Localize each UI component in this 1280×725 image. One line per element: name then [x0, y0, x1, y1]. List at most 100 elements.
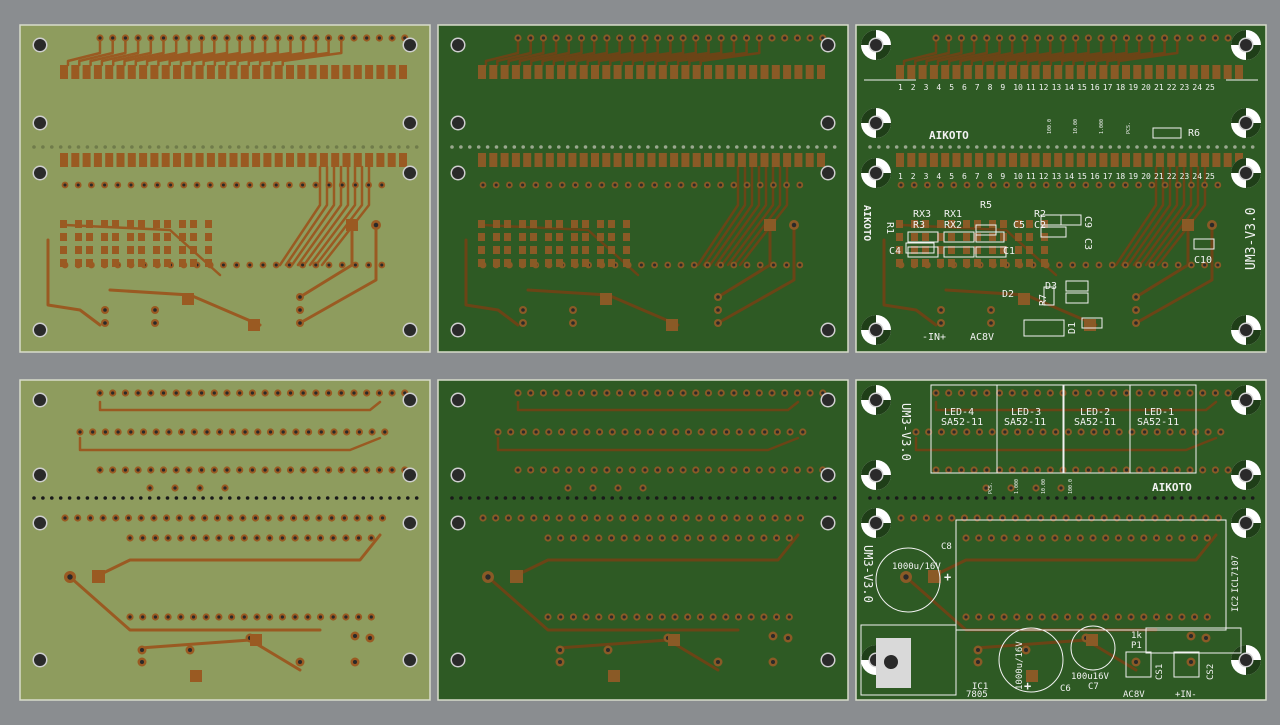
via-dot [503, 145, 508, 149]
via-dot [361, 496, 366, 500]
hole [452, 469, 464, 481]
pad-drill [191, 615, 196, 619]
pad-rect [600, 293, 612, 305]
pad-drill [643, 391, 647, 395]
pad-drill [681, 36, 685, 40]
pad-drill [1015, 615, 1019, 619]
pad-drill [1015, 430, 1020, 434]
pad-drill [622, 536, 626, 540]
hole [404, 117, 416, 129]
pad-drill [735, 516, 739, 520]
hole [404, 517, 416, 529]
via-dot [1126, 145, 1130, 149]
pad-drill [263, 468, 267, 472]
pad-drill [1031, 183, 1035, 187]
pad-drill [692, 263, 696, 267]
via-dot [317, 496, 321, 500]
via-dot [797, 496, 801, 500]
via-dot [975, 496, 979, 500]
pad-drill [617, 468, 622, 472]
pad-drill [166, 615, 170, 619]
pad-drill [1002, 615, 1006, 619]
pad-drill [516, 391, 520, 395]
pad-drill [301, 263, 305, 267]
pad-drill [534, 183, 538, 187]
pad-rect [205, 220, 212, 228]
pad-rect [963, 259, 970, 267]
via-dot [317, 145, 321, 149]
via-dot [156, 145, 161, 149]
via-dot [752, 496, 757, 500]
pad-drill [571, 536, 576, 540]
via-dot [886, 145, 890, 149]
via-dot [824, 496, 828, 500]
pad-rect [534, 153, 543, 167]
pad-rect [127, 246, 134, 254]
pad-drill [912, 516, 916, 520]
pad-drill [1154, 615, 1159, 619]
via-dot [165, 145, 170, 149]
pad-drill [331, 536, 335, 540]
via-dot [761, 496, 766, 500]
pad-rect [530, 259, 537, 267]
pad-rect [138, 259, 145, 267]
pad-drill [947, 36, 951, 40]
pad-drill [250, 468, 255, 472]
pad-rect [952, 65, 961, 79]
pad-rect [365, 65, 374, 79]
via-dot [1081, 145, 1086, 149]
via-dot [103, 496, 107, 500]
pad-drill [353, 183, 357, 187]
via-dot [130, 145, 134, 149]
pad-drill [225, 391, 229, 395]
pad-drill [1209, 222, 1215, 228]
pad-rect [161, 153, 170, 167]
pad-rect [1122, 153, 1130, 167]
label-icl7107: ICL7107 [1231, 555, 1241, 593]
pad-drill [763, 430, 767, 434]
pad-drill [344, 536, 348, 540]
hole [452, 324, 464, 336]
pad-drill [1023, 391, 1027, 395]
pad-drill [383, 430, 387, 434]
pad-drill [639, 183, 643, 187]
pad-rect [647, 153, 656, 167]
pad-drill [1010, 468, 1014, 472]
pad-drill [939, 430, 944, 434]
pad-rect [557, 153, 566, 167]
pad-rect [608, 246, 615, 254]
via-dot [1099, 496, 1104, 500]
pad-drill [276, 468, 280, 472]
via-dot [228, 145, 232, 149]
via-dot [254, 145, 259, 149]
via-dot [334, 145, 339, 149]
pad-rect [1155, 65, 1164, 79]
via-dot [939, 145, 943, 149]
pad-drill [136, 391, 140, 395]
pad-rect [60, 220, 67, 228]
via-dot [921, 145, 926, 149]
pad-drill [736, 536, 741, 540]
pad-drill [1201, 468, 1205, 472]
via-dot [290, 496, 294, 500]
via-dot [308, 496, 312, 500]
via-dot [1170, 496, 1175, 500]
via-dot [770, 145, 775, 149]
pad-drill [1027, 536, 1032, 540]
pad-drill [1162, 36, 1167, 40]
version-label-top: UM3-V3.0 [1244, 207, 1259, 270]
pin-number: 13 [1052, 83, 1062, 92]
via-dot [832, 496, 837, 500]
pad-rect [248, 319, 260, 331]
pad-rect [749, 153, 758, 167]
pad-drill [365, 36, 369, 40]
pad-rect [937, 220, 944, 228]
pad-drill [1142, 536, 1146, 540]
pin-number: 14 [1064, 83, 1074, 92]
pad-drill [98, 468, 102, 472]
value-100: 100.0 [1047, 119, 1053, 134]
pad-drill [1116, 536, 1121, 540]
pad-drill [1044, 183, 1048, 187]
pad-drill [76, 183, 80, 187]
hole [404, 394, 416, 406]
